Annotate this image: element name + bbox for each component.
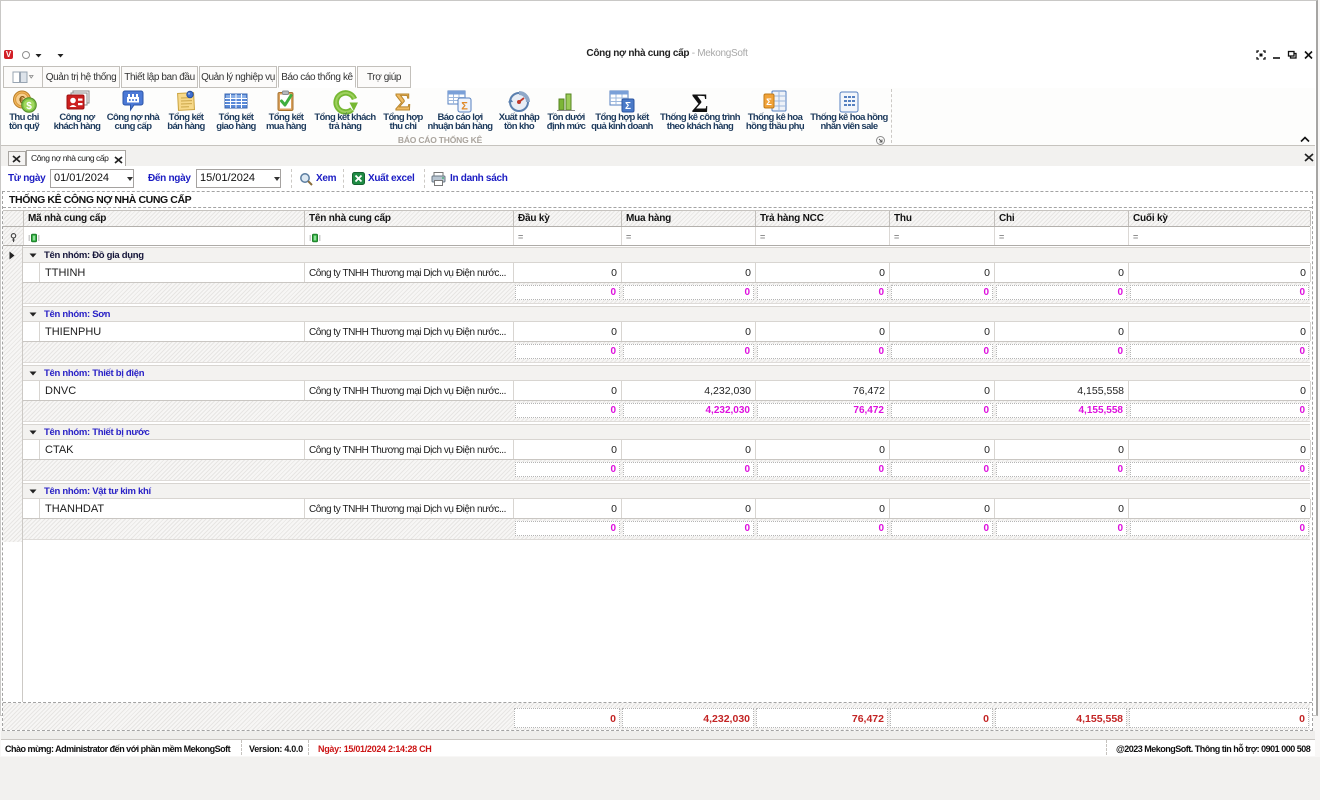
svg-text:Σ: Σ bbox=[625, 101, 631, 112]
svg-text:Σ: Σ bbox=[461, 101, 468, 113]
svg-text:Σ: Σ bbox=[395, 90, 411, 114]
svg-text:Σ: Σ bbox=[766, 97, 772, 108]
svg-text:$: $ bbox=[26, 101, 32, 112]
